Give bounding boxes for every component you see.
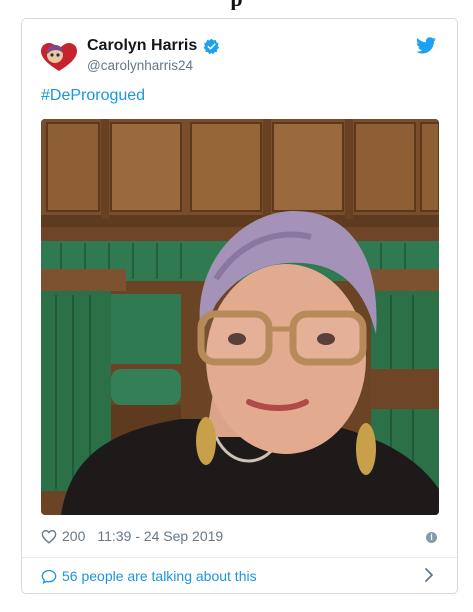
twitter-bird-icon[interactable] — [416, 37, 436, 54]
author-name-text[interactable]: Carolyn Harris — [87, 37, 197, 55]
conversation-text[interactable]: 56 people are talking about this — [62, 568, 257, 584]
heart-icon[interactable] — [41, 529, 57, 544]
divider — [22, 557, 457, 558]
tweet-meta: 200 11:39 - 24 Sep 2019 — [41, 528, 223, 544]
avatar[interactable] — [41, 42, 77, 72]
verified-badge-icon — [203, 38, 220, 54]
speech-bubble-icon — [41, 569, 57, 584]
tweet-card[interactable]: Carolyn Harris @carolynharris24 #DeProro… — [21, 18, 458, 594]
cropped-page-heading: p — [0, 0, 473, 10]
info-icon[interactable]: i — [426, 532, 437, 543]
tweet-photo[interactable] — [41, 119, 439, 515]
author-name[interactable]: Carolyn Harris — [87, 37, 220, 55]
tweet-hashtag[interactable]: #DeProrogued — [41, 87, 145, 105]
cropped-heading-text: p — [0, 0, 473, 10]
tweet-timestamp[interactable]: 11:39 - 24 Sep 2019 — [97, 528, 223, 544]
author-handle[interactable]: @carolynharris24 — [87, 58, 193, 73]
conversation-link[interactable]: 56 people are talking about this — [41, 568, 257, 584]
photo-illustration — [41, 119, 439, 515]
chevron-right-icon[interactable] — [425, 568, 433, 582]
like-count[interactable]: 200 — [62, 528, 85, 544]
